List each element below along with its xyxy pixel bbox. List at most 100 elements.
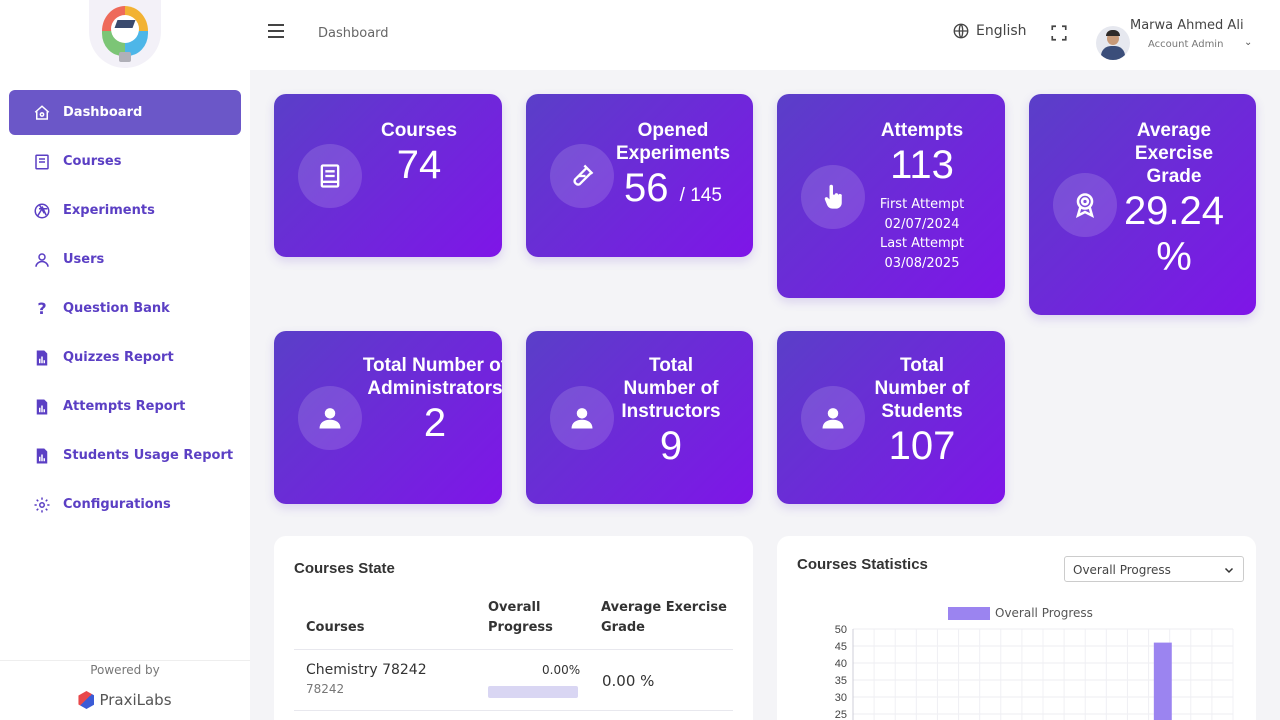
chevron-down-icon xyxy=(1224,567,1234,574)
stat-title: Average Exercise Grade xyxy=(1134,120,1214,187)
average-grade: 0.00 % xyxy=(602,672,655,690)
first-attempt-label: First Attempt xyxy=(879,197,965,212)
sidebar-item-label: Attempts Report xyxy=(63,399,186,414)
top-header: Dashboard English Marwa Ahmed Ali Accoun… xyxy=(250,0,1280,70)
sidebar-item-dashboard[interactable]: Dashboard xyxy=(9,90,241,135)
sidebar-nav: Dashboard Courses Experiments Users ? Qu… xyxy=(9,90,241,531)
book-icon xyxy=(298,144,362,208)
y-tick-label: 25 xyxy=(835,709,847,720)
y-tick-label: 45 xyxy=(835,641,847,653)
stat-value: 56 / 145 xyxy=(608,165,738,219)
sidebar-item-experiments[interactable]: Experiments xyxy=(9,188,241,233)
stat-value: 74 xyxy=(396,143,442,187)
user-name[interactable]: Marwa Ahmed Ali xyxy=(1130,18,1244,33)
language-label: English xyxy=(976,23,1027,39)
course-code: 78242 xyxy=(306,682,345,696)
sidebar-item-question-bank[interactable]: ? Question Bank xyxy=(9,286,241,331)
pointer-hand-icon xyxy=(801,165,865,229)
stat-card-average-grade[interactable]: Average Exercise Grade 29.24 % xyxy=(1029,94,1256,315)
stat-title: Total Number of Instructors xyxy=(621,355,721,422)
sidebar-item-quizzes-report[interactable]: Quizzes Report xyxy=(9,335,241,380)
stat-card-instructors[interactable]: Total Number of Instructors 9 xyxy=(526,331,753,504)
powered-by-label: Powered by xyxy=(90,663,160,677)
stat-card-administrators[interactable]: Total Number of Administrators 2 xyxy=(274,331,502,504)
sidebar-item-label: Question Bank xyxy=(63,301,170,316)
stat-title: Total Number of Students xyxy=(874,355,970,422)
last-attempt-date: 03/08/2025 xyxy=(884,255,960,271)
courses-statistics-panel: Courses Statistics Overall Progress Over… xyxy=(777,536,1256,720)
y-tick-label: 50 xyxy=(835,624,847,636)
gear-icon xyxy=(33,496,51,514)
aperture-icon xyxy=(33,202,51,220)
stat-card-students[interactable]: Total Number of Students 107 xyxy=(777,331,1005,504)
home-icon xyxy=(33,104,51,122)
progress-bar xyxy=(488,686,578,698)
courses-state-panel: Courses State Courses Overall Progress A… xyxy=(274,536,753,720)
y-tick-label: 35 xyxy=(835,675,847,687)
stat-value-total: / 145 xyxy=(679,185,722,206)
stat-title: Opened Experiments xyxy=(615,120,731,164)
sidebar-item-courses[interactable]: Courses xyxy=(9,139,241,184)
stat-value: 9 xyxy=(659,424,683,468)
sidebar: Dashboard Courses Experiments Users ? Qu… xyxy=(0,0,250,720)
y-tick-label: 40 xyxy=(835,658,847,670)
award-icon xyxy=(1053,173,1117,237)
language-switcher[interactable]: English xyxy=(952,22,1027,40)
panel-title: Courses Statistics xyxy=(797,556,928,573)
sidebar-item-configurations[interactable]: Configurations xyxy=(9,482,241,527)
menu-toggle-icon[interactable] xyxy=(268,24,284,38)
y-tick-label: 30 xyxy=(835,692,847,704)
sidebar-item-attempts-report[interactable]: Attempts Report xyxy=(9,384,241,429)
question-icon: ? xyxy=(37,299,47,318)
column-header-average-grade: Average Exercise Grade xyxy=(601,600,727,635)
brand-logo[interactable]: PraxiLabs xyxy=(0,691,250,709)
sidebar-item-label: Quizzes Report xyxy=(63,350,174,365)
sidebar-item-label: Configurations xyxy=(63,497,171,512)
stat-value: 107 xyxy=(888,424,956,468)
stat-card-attempts[interactable]: Attempts 113 First Attempt 02/07/2024 La… xyxy=(777,94,1005,298)
stat-value: 2 xyxy=(423,401,447,445)
avatar[interactable] xyxy=(1096,26,1130,60)
sidebar-item-label: Dashboard xyxy=(63,105,143,120)
column-header-courses: Courses xyxy=(306,620,365,635)
chart-bar[interactable] xyxy=(1153,642,1172,720)
sidebar-item-label: Students Usage Report xyxy=(63,448,234,463)
report-icon xyxy=(33,349,51,367)
divider xyxy=(294,649,733,650)
first-attempt-date: 02/07/2024 xyxy=(884,216,960,232)
user-icon xyxy=(33,251,51,269)
divider xyxy=(294,710,733,711)
stat-card-courses[interactable]: Courses 74 xyxy=(274,94,502,257)
cube-icon xyxy=(78,691,95,709)
user-icon xyxy=(801,386,865,450)
powered-by: Powered by PraxiLabs xyxy=(0,660,250,720)
brand-name: PraxiLabs xyxy=(99,691,172,709)
chevron-down-icon[interactable]: ⌄ xyxy=(1244,37,1252,48)
stat-value: 29.24 xyxy=(1123,189,1225,233)
progress-percent: 0.00% xyxy=(542,663,581,677)
sidebar-item-users[interactable]: Users xyxy=(9,237,241,282)
statistics-select[interactable]: Overall Progress xyxy=(1064,556,1244,582)
course-name[interactable]: Chemistry 78242 xyxy=(306,662,427,678)
fullscreen-icon[interactable] xyxy=(1050,24,1068,42)
stat-title: Attempts xyxy=(880,120,964,141)
sidebar-item-label: Courses xyxy=(63,154,122,169)
user-icon xyxy=(298,386,362,450)
stat-value-main: 56 xyxy=(624,166,669,210)
report-icon xyxy=(33,398,51,416)
user-role: Account Admin xyxy=(1148,39,1224,50)
stat-value: 113 xyxy=(890,143,954,187)
column-header-overall-progress: Overall Progress xyxy=(488,600,553,635)
stat-title: Total Number of Administrators xyxy=(362,355,502,399)
select-value: Overall Progress xyxy=(1073,563,1171,577)
report-icon xyxy=(33,447,51,465)
sidebar-item-students-usage-report[interactable]: Students Usage Report xyxy=(9,433,241,478)
globe-icon xyxy=(953,23,969,39)
sidebar-item-label: Experiments xyxy=(63,203,155,218)
user-icon xyxy=(550,386,614,450)
breadcrumb: Dashboard xyxy=(318,26,389,41)
app-logo[interactable] xyxy=(89,0,161,68)
stat-card-experiments[interactable]: Opened Experiments 56 / 145 xyxy=(526,94,753,257)
test-tube-icon xyxy=(550,144,614,208)
bar-chart: 50 45 40 35 30 25 xyxy=(835,624,1234,720)
